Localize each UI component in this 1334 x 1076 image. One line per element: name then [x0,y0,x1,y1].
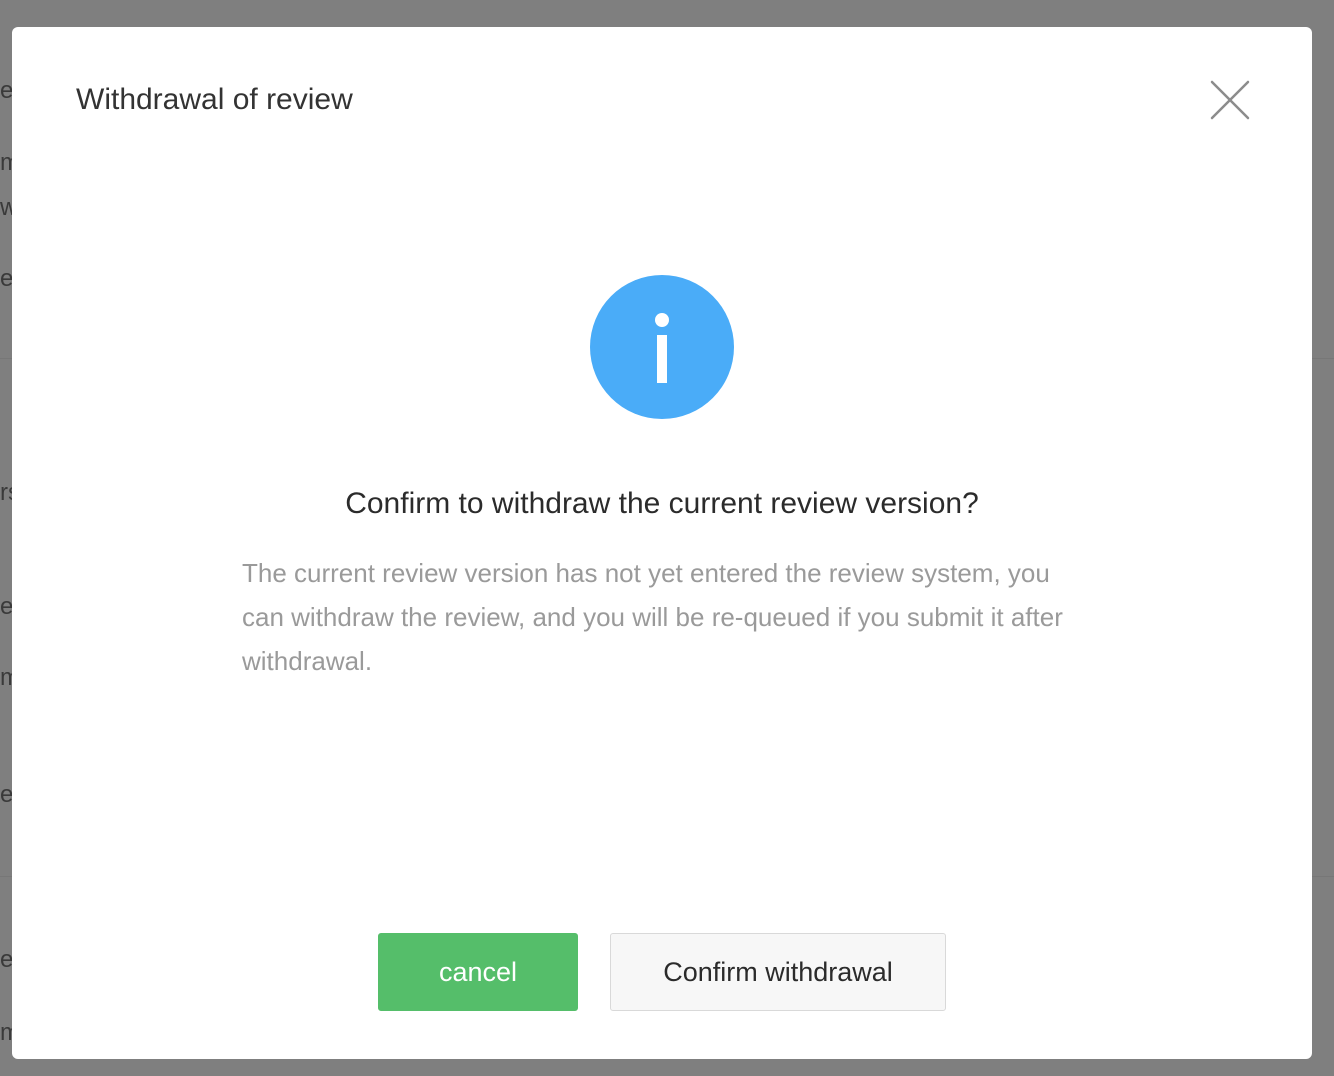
confirm-heading: Confirm to withdraw the current review v… [345,487,979,520]
confirm-withdrawal-button[interactable]: Confirm withdrawal [610,933,946,1011]
close-button[interactable] [1208,78,1252,122]
close-icon [1210,80,1250,120]
cancel-button[interactable]: cancel [378,933,578,1011]
info-icon [590,275,734,419]
withdrawal-dialog: Withdrawal of review Confirm to withdraw… [12,27,1312,1059]
dialog-title: Withdrawal of review [76,83,353,116]
confirm-description: The current review version has not yet e… [242,558,1063,676]
